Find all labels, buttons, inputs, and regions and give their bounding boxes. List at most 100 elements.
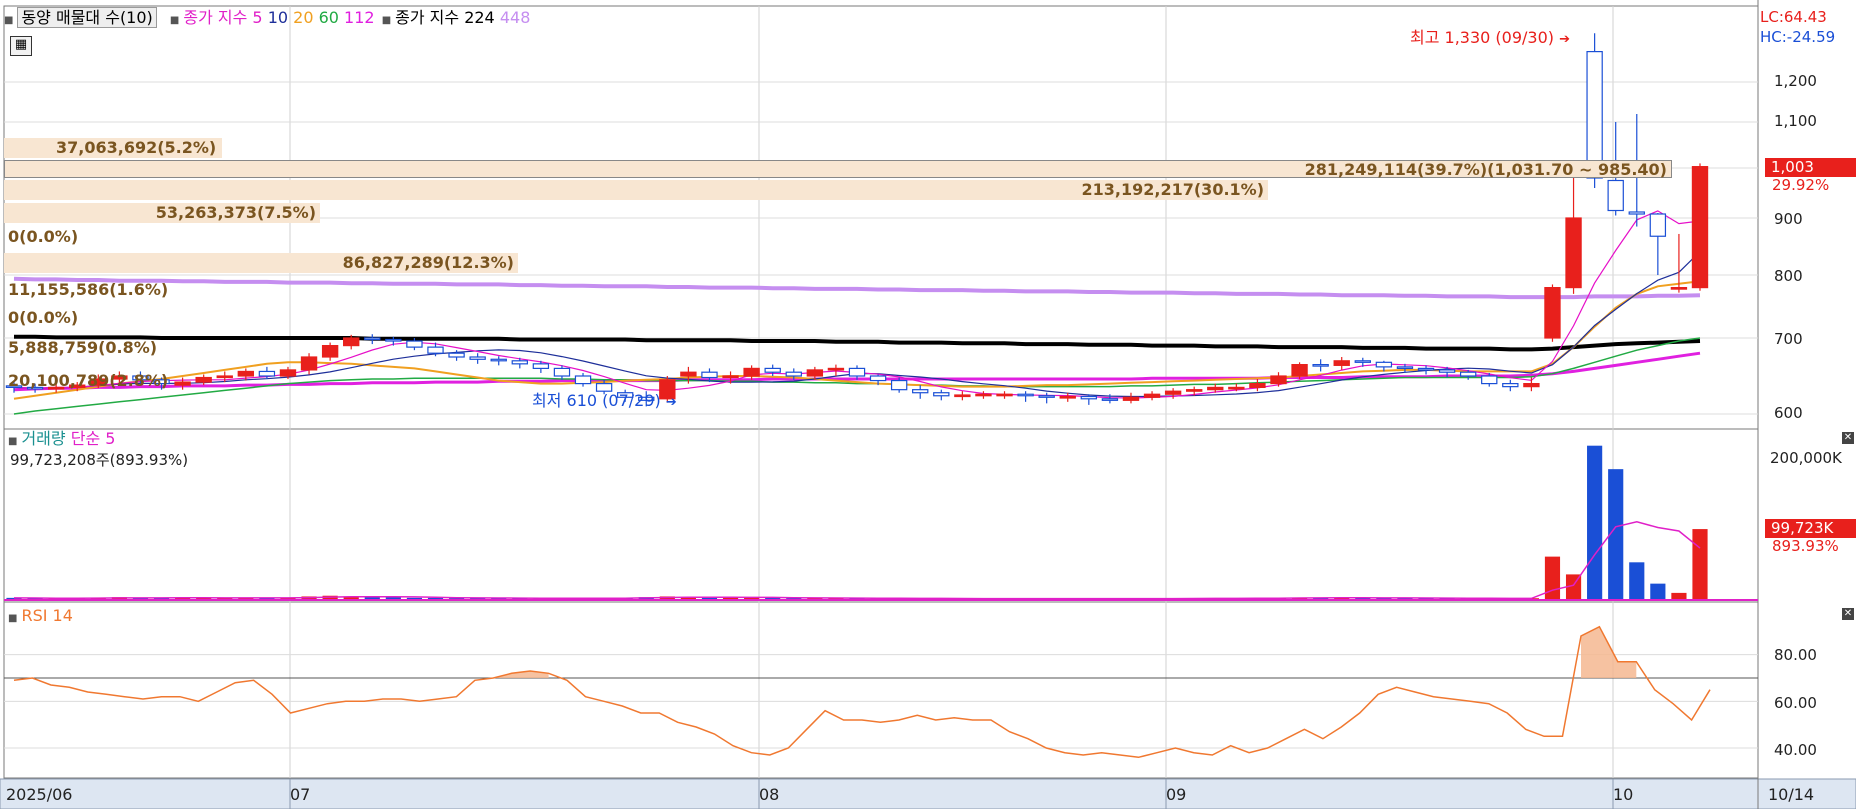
volume-ma-label[interactable]: 단순 5 (71, 429, 116, 448)
ma112-legend[interactable]: 112 (344, 8, 375, 27)
ma-legend-label[interactable]: 종가 지수 (183, 8, 247, 27)
candle-body (1059, 395, 1076, 399)
candle-body (701, 371, 718, 379)
candle-body (1375, 361, 1393, 368)
volume-profile-bar-max: 281,249,114(39.7%)(1,031.70 ~ 985.40) (4, 160, 1672, 179)
candle-body (511, 360, 528, 365)
candle-body (1459, 371, 1477, 377)
volume-legend: ■ 거래량 단순 5 (8, 429, 115, 452)
legend-square-icon: ■ (169, 15, 180, 26)
candle-body (806, 369, 824, 377)
x-axis-label: 2025/06 (6, 785, 73, 804)
volume-last-tag: 99,723K (1765, 519, 1856, 538)
ma20-legend[interactable]: 20 (293, 8, 313, 27)
last-price-tag: 1,003 (1765, 158, 1856, 177)
candle-body (1249, 383, 1266, 389)
candle-body (785, 371, 802, 377)
rsi-panel-close-icon[interactable]: ✕ (1842, 608, 1854, 620)
ma5-legend[interactable]: 5 (252, 8, 262, 27)
candle-body (321, 345, 339, 358)
candle-body (1270, 375, 1287, 385)
volume-bar (1544, 556, 1561, 600)
legend-square-icon: ■ (8, 436, 18, 447)
ma60-legend[interactable]: 60 (319, 8, 339, 27)
candle-body (1502, 383, 1519, 388)
y-tick: 1,100 (1774, 112, 1817, 130)
legend-square-icon: ■ (8, 613, 18, 624)
candle-body (1333, 360, 1350, 366)
chart-legend: ■ 동양 매물대 수(10) ■ 종가 지수 5 10 20 60 112 ■ 종가 … (4, 7, 531, 31)
volume-profile-bar: 5,888,759(0.8%) (8, 338, 158, 357)
candle-body (174, 381, 191, 386)
volume-profile-bar: 37,063,692(5.2%) (4, 138, 222, 158)
candle-body (1207, 386, 1224, 391)
legend-square-icon: ■ (381, 15, 392, 26)
volume-title[interactable]: 거래량 (21, 429, 65, 448)
y-tick: 600 (1774, 404, 1803, 422)
candle-body (912, 389, 929, 394)
volume-bar (1629, 562, 1645, 600)
volume-bar (1671, 592, 1687, 600)
x-axis-bar (0, 778, 1856, 809)
rsi-y-tick: 60.00 (1774, 694, 1817, 712)
candle-body (764, 367, 781, 373)
volume-y-tick: 200,000K (1770, 449, 1842, 467)
ma448-legend[interactable]: 448 (500, 8, 531, 27)
y-tick: 800 (1774, 267, 1803, 285)
legend-square-icon: ■ (4, 15, 14, 26)
candle-body (1544, 287, 1561, 339)
x-axis-right-label: 10/14 (1768, 785, 1815, 804)
candle-body (1312, 364, 1329, 367)
last-change-tag: 29.92% (1772, 176, 1830, 194)
candle-body (848, 367, 866, 377)
rsi-title[interactable]: RSI 14 (21, 606, 72, 625)
ma10-legend[interactable]: 10 (268, 8, 288, 27)
rsi-y-tick: 80.00 (1774, 646, 1817, 664)
table-grid-icon[interactable]: ▦ (10, 36, 32, 56)
candle-body (1670, 287, 1688, 290)
candle-body (1565, 217, 1582, 289)
candle-body (406, 340, 423, 348)
candle-body (1628, 211, 1645, 215)
y-tick: 900 (1774, 210, 1803, 228)
y-tick: 700 (1774, 330, 1803, 348)
candle-body (1164, 390, 1182, 395)
volume-bar (1692, 529, 1708, 600)
candle-body (1354, 360, 1371, 363)
candle-body (890, 379, 908, 391)
hc-value: HC:-24.59 (1760, 28, 1836, 46)
volume-bar (1587, 445, 1603, 600)
candle-body (279, 369, 297, 377)
volume-profile-bar: 213,192,217(30.1%) (4, 180, 1268, 200)
x-axis-label: 08 (759, 785, 780, 804)
candle-body (1228, 386, 1245, 390)
candle-body (1186, 389, 1203, 392)
rsi-y-tick: 40.00 (1774, 741, 1817, 759)
volume-bar (1650, 583, 1666, 600)
candle-body (532, 363, 550, 369)
panel-frame (3, 428, 1759, 603)
volume-profile-bar: 11,155,586(1.6%) (8, 280, 169, 299)
high-price-marker: 최고 1,330 (09/30) ➔ (1410, 28, 1571, 47)
x-axis-label: 07 (290, 785, 311, 804)
volume-profile-indicator-button[interactable]: 동양 매물대 수(10) (17, 7, 157, 28)
candle-body (1523, 383, 1540, 388)
volume-last-pct: 893.93% (1772, 537, 1839, 555)
volume-profile-bar: 20,100,789(2.8%) (8, 371, 169, 390)
candle-body (448, 352, 465, 358)
candle-body (996, 393, 1013, 397)
candle-body (490, 358, 507, 362)
candle-body (553, 367, 571, 377)
candle-body (680, 371, 697, 377)
candle-body (1691, 166, 1709, 289)
candle-body (1143, 393, 1161, 398)
candle-body (1481, 375, 1498, 385)
volume-panel-close-icon[interactable]: ✕ (1842, 432, 1854, 444)
x-axis-label: 09 (1166, 785, 1187, 804)
volume-profile-bar: 0(0.0%) (8, 308, 79, 327)
ma224-legend[interactable]: 종가 지수 224 (395, 8, 495, 27)
candle-body (343, 337, 360, 347)
low-price-marker: 최저 610 (07/29) ➔ (532, 391, 677, 410)
candle-body (1122, 396, 1140, 401)
stock-chart[interactable] (0, 0, 1856, 809)
